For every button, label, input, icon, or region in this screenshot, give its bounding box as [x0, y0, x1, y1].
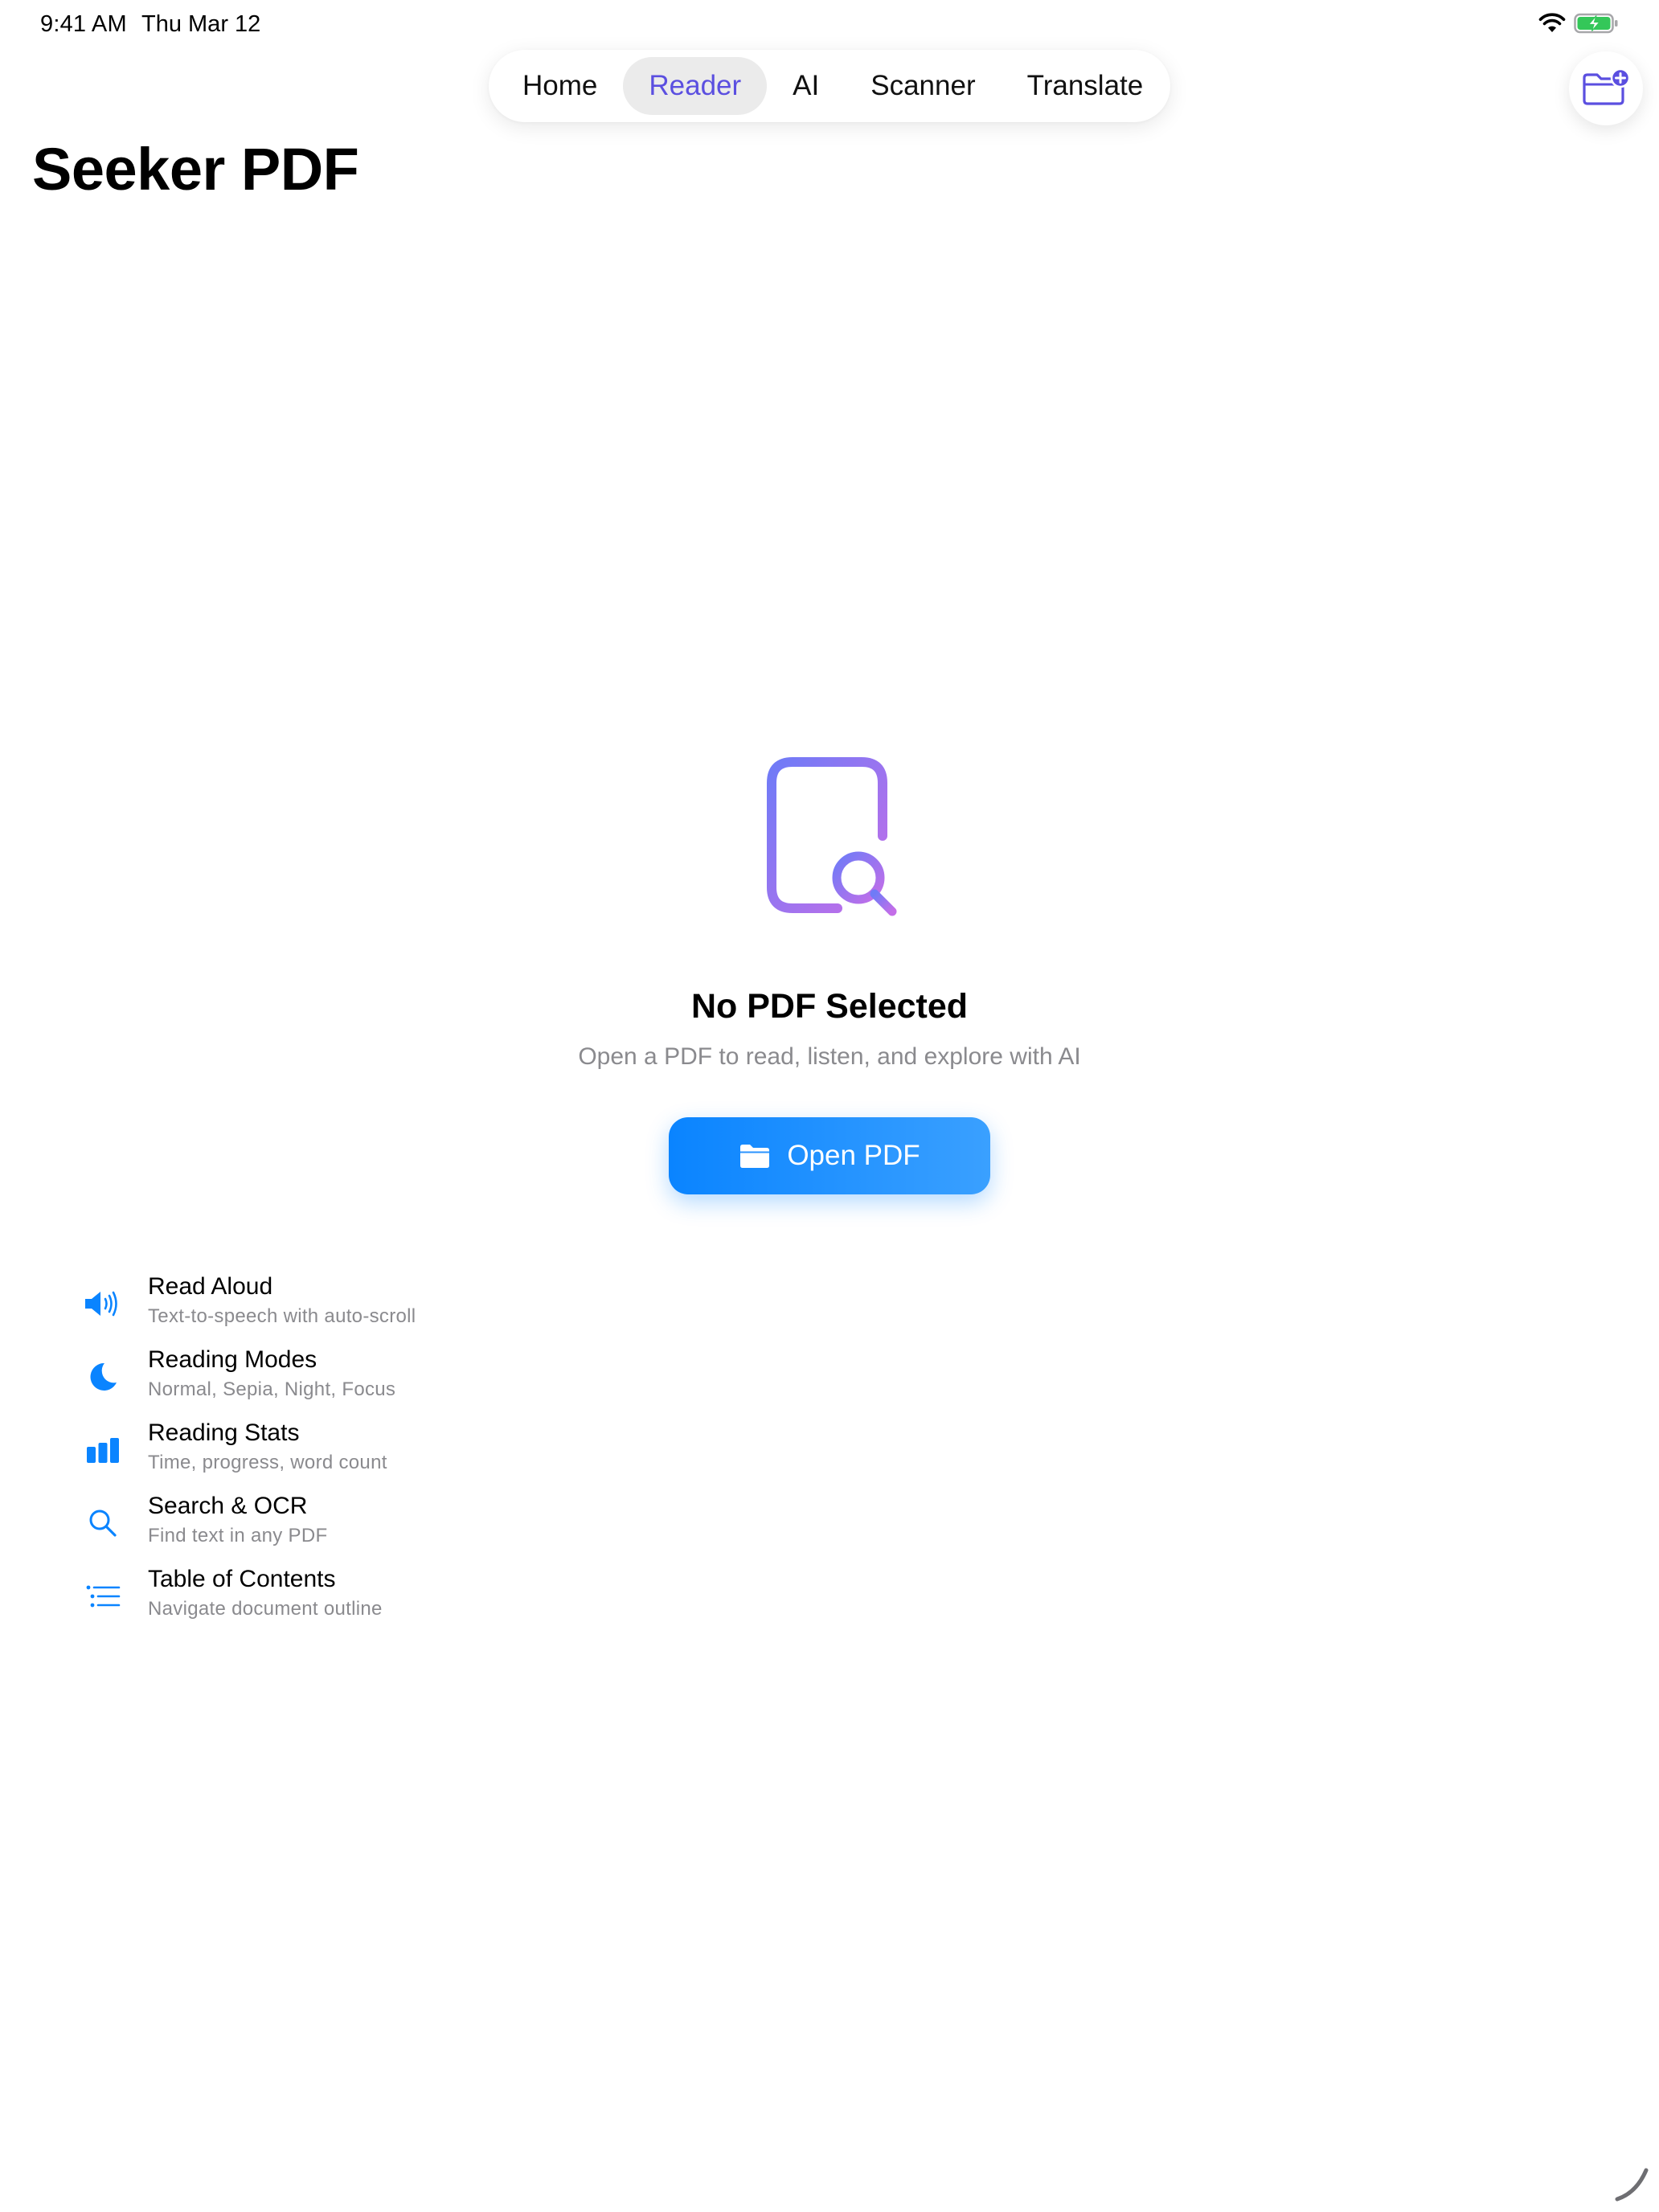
wifi-icon [1538, 13, 1566, 32]
feature-subtitle: Time, progress, word count [148, 1452, 387, 1473]
feature-title: Reading Stats [148, 1419, 300, 1446]
feature-subtitle: Find text in any PDF [148, 1525, 328, 1546]
scroll-indicator-icon [1615, 2168, 1649, 2202]
feature-title: Read Aloud [148, 1273, 273, 1300]
status-bar: 9:41 AM Thu Mar 12 [0, 0, 1659, 51]
tab-scanner[interactable]: Scanner [845, 57, 1001, 115]
folder-icon [740, 1145, 770, 1168]
feature-search-ocr: Search & OCR Find text in any PDF [80, 1489, 643, 1563]
reader-screen: 9:41 AM Thu Mar 12 Home Reader AI Scanne… [0, 0, 1659, 2212]
magnifier-icon [89, 1509, 117, 1537]
battery-charging-icon [1574, 13, 1618, 34]
feature-reading-modes: Reading Modes Normal, Sepia, Night, Focu… [80, 1343, 643, 1416]
feature-title: Reading Modes [148, 1346, 317, 1373]
tab-translate[interactable]: Translate [1002, 57, 1169, 115]
open-pdf-button[interactable]: Open PDF [669, 1117, 990, 1194]
page-title: Seeker PDF [32, 136, 359, 203]
document-search-icon [767, 757, 897, 916]
feature-title: Search & OCR [148, 1493, 308, 1519]
status-icons [1538, 13, 1619, 34]
feature-table-of-contents: Table of Contents Navigate document outl… [80, 1563, 643, 1636]
feature-title: Table of Contents [148, 1566, 336, 1592]
moon-icon [90, 1362, 117, 1391]
status-time: 9:41 AM [40, 11, 127, 37]
feature-reading-stats: Reading Stats Time, progress, word count [80, 1416, 643, 1489]
segmented-tab-bar: Home Reader AI Scanner Translate [489, 50, 1170, 122]
list-icon [86, 1585, 121, 1608]
folder-add-icon [1583, 68, 1631, 105]
tab-home[interactable]: Home [497, 57, 623, 115]
speaker-wave-icon [85, 1291, 117, 1317]
feature-read-aloud: Read Aloud Text-to-speech with auto-scro… [80, 1270, 643, 1343]
status-date: Thu Mar 12 [141, 11, 261, 37]
feature-list: Read Aloud Text-to-speech with auto-scro… [80, 1270, 643, 1636]
feature-subtitle: Navigate document outline [148, 1598, 383, 1620]
empty-state-title: No PDF Selected [690, 987, 969, 1026]
tab-reader[interactable]: Reader [623, 57, 768, 115]
feature-subtitle: Text-to-speech with auto-scroll [148, 1305, 416, 1327]
tab-ai[interactable]: AI [767, 57, 845, 115]
empty-state-subtitle: Open a PDF to read, listen, and explore … [578, 1043, 1081, 1070]
open-pdf-label: Open PDF [787, 1140, 920, 1171]
bar-chart-icon [87, 1438, 119, 1463]
feature-subtitle: Normal, Sepia, Night, Focus [148, 1378, 396, 1400]
add-folder-button[interactable] [1569, 51, 1643, 125]
